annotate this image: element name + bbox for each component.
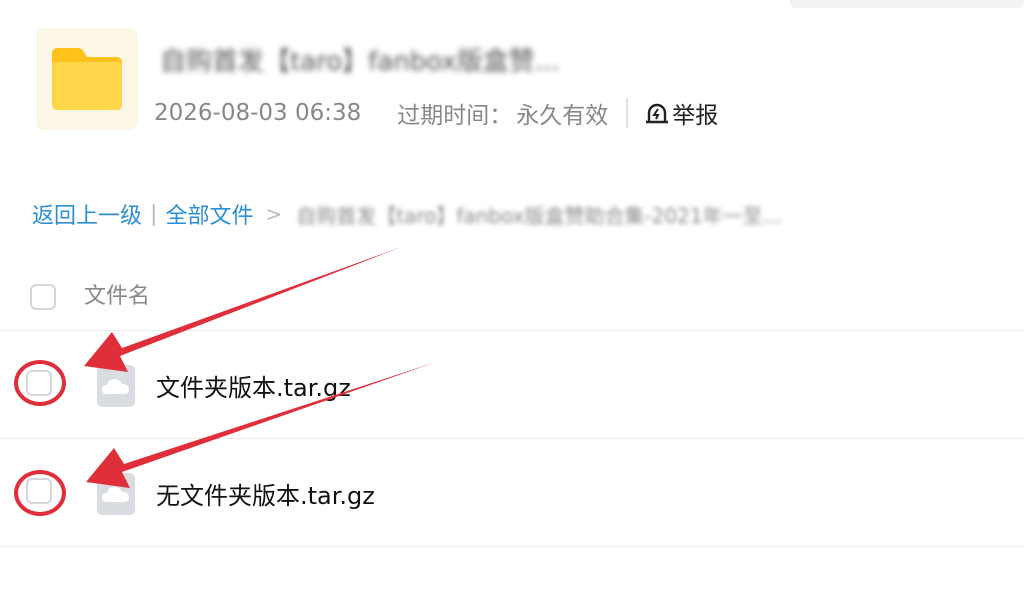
breadcrumb: 返回上一级 | 全部文件 > 自购首发【taro】fanbox版盒赞助合集-20… (32, 194, 782, 234)
folder-icon (52, 48, 122, 110)
report-label: 举报 (672, 103, 719, 129)
annotation-circle (14, 360, 66, 406)
share-meta: 2026-08-03 06:38 过期时间： 永久有效 举报 (154, 96, 718, 130)
breadcrumb-current-folder: 自购首发【taro】fanbox版盒赞助合集-2021年一至... (296, 203, 782, 228)
file-list-header: 文件名 (0, 264, 1024, 331)
report-button[interactable]: 举报 (644, 96, 718, 130)
share-date: 2026-08-03 06:38 (154, 100, 362, 126)
cloud-file-icon (97, 473, 135, 515)
folder-thumbnail (36, 28, 138, 130)
share-page: 自购首发【taro】fanbox版盒赞... 2026-08-03 06:38 … (0, 0, 1024, 599)
file-row[interactable]: 文件夹版本.tar.gz (0, 332, 1024, 439)
breadcrumb-separator: | (150, 201, 158, 227)
column-header-filename: 文件名 (84, 284, 151, 309)
share-title: 自购首发【taro】fanbox版盒赞... (160, 47, 560, 77)
annotation-circle (14, 470, 66, 516)
file-name[interactable]: 无文件夹版本.tar.gz (156, 476, 375, 511)
meta-divider (626, 98, 629, 128)
back-link[interactable]: 返回上一级 (32, 198, 142, 230)
select-all-checkbox[interactable] (30, 284, 56, 310)
all-files-link[interactable]: 全部文件 (165, 198, 253, 230)
top-bar-edge (790, 0, 1024, 8)
expire-label: 过期时间： (397, 103, 513, 129)
file-name[interactable]: 文件夹版本.tar.gz (156, 368, 351, 403)
report-icon (646, 103, 669, 124)
file-row[interactable]: 无文件夹版本.tar.gz (0, 440, 1024, 547)
breadcrumb-arrow-icon: > (265, 202, 283, 226)
expire-value: 永久有效 (516, 103, 609, 129)
cloud-file-icon (97, 365, 135, 407)
